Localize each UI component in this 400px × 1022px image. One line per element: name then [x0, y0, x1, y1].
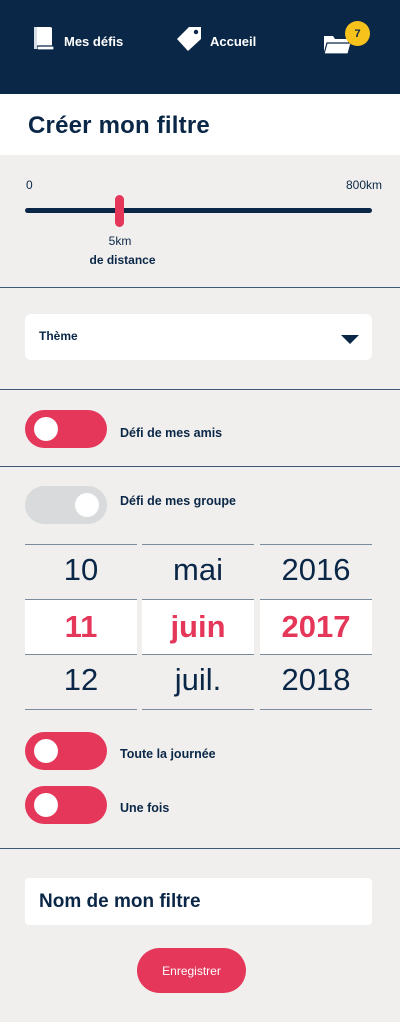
month-option[interactable]: juil. [142, 662, 254, 698]
picker-line [260, 709, 372, 710]
nav-mes-defis-label: Mes défis [64, 34, 124, 49]
tag-icon [176, 26, 202, 57]
chevron-down-icon [341, 335, 359, 344]
folder-icon [322, 36, 352, 62]
toggle-toute-la-journee-label: Toute la journée [120, 747, 216, 761]
toggle-knob [75, 493, 99, 517]
divider [0, 466, 400, 467]
divider [0, 848, 400, 849]
year-option[interactable]: 2016 [260, 552, 372, 588]
year-option[interactable]: 2018 [260, 662, 372, 698]
notification-badge: 7 [345, 21, 370, 46]
picker-line [260, 654, 372, 655]
toggle-defi-groupe-label: Défi de mes groupe [120, 494, 236, 508]
month-selected[interactable]: juin [142, 600, 254, 654]
picker-line [25, 709, 137, 710]
toggle-toute-la-journee[interactable] [25, 732, 107, 770]
page-title: Créer mon filtre [28, 112, 210, 139]
distance-slider-handle[interactable] [115, 195, 124, 227]
distance-caption: de distance [89, 253, 156, 267]
toggle-une-fois[interactable] [25, 786, 107, 824]
month-option[interactable]: mai [142, 552, 254, 588]
month-picker[interactable]: mai juin juil. [142, 544, 254, 710]
nav-mes-defis[interactable]: Mes défis [32, 26, 123, 57]
toggle-defi-amis[interactable] [25, 410, 107, 448]
toggle-knob [34, 739, 58, 763]
title-bar: Créer mon filtre [0, 94, 400, 155]
divider [0, 389, 400, 390]
theme-select[interactable]: Thème [25, 314, 372, 360]
day-option[interactable]: 12 [25, 662, 137, 698]
nav-accueil[interactable]: Accueil [176, 26, 256, 57]
book-icon [32, 26, 56, 57]
picker-line [142, 654, 254, 655]
picker-line [260, 544, 372, 545]
picker-line [142, 709, 254, 710]
divider [0, 287, 400, 288]
filter-name-input[interactable] [25, 878, 372, 925]
nav-accueil-label: Accueil [210, 34, 257, 49]
distance-value: 5km [108, 234, 132, 248]
save-button[interactable]: Enregistrer [137, 948, 246, 993]
toggle-une-fois-label: Une fois [120, 801, 170, 815]
toggle-knob [34, 793, 58, 817]
picker-line [142, 544, 254, 545]
day-option[interactable]: 10 [25, 552, 137, 588]
year-selected[interactable]: 2017 [260, 600, 372, 654]
year-picker[interactable]: 2016 2017 2018 [260, 544, 372, 710]
distance-max-label: 800km [345, 178, 382, 192]
toggle-knob [34, 417, 58, 441]
distance-slider-track[interactable] [25, 208, 372, 213]
day-picker[interactable]: 10 11 12 [25, 544, 137, 710]
toggle-defi-groupe[interactable] [25, 486, 107, 524]
day-selected[interactable]: 11 [25, 600, 137, 654]
top-nav-bar: Mes défis Accueil 7 [0, 0, 400, 94]
toggle-defi-amis-label: Défi de mes amis [120, 426, 223, 440]
picker-line [25, 654, 137, 655]
picker-line [25, 544, 137, 545]
distance-min-label: 0 [26, 178, 33, 192]
theme-select-label: Thème [39, 329, 78, 343]
